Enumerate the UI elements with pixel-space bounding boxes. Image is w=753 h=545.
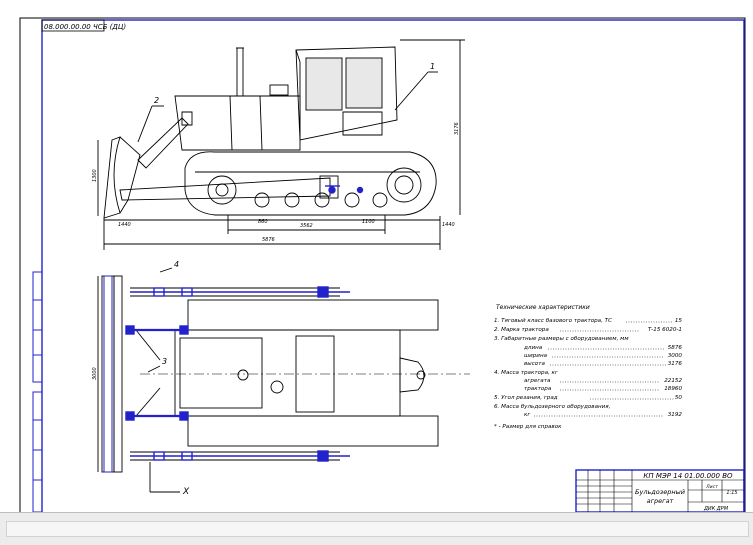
tech-line-7: 4. Масса трактора, кг (494, 370, 558, 376)
corner-code-block: 08.000.00.00 ЧСБ (ДЦ) (41, 19, 126, 32)
callout-3: 3 (162, 357, 167, 366)
tech-title: Технические характеристики (496, 304, 590, 311)
corner-code: 08.000.00.00 ЧСБ (ДЦ) (44, 23, 126, 31)
callout-1: 1 (430, 62, 435, 71)
tech-line-11: 6. Масса бульдозерного оборудования, (494, 404, 611, 410)
dim-height: 3176 (454, 122, 460, 135)
tech-line-2: 2. Марка трактора (494, 327, 549, 333)
tech-value-9: 18960 (664, 386, 682, 392)
tech-value-12: 3192 (668, 412, 683, 418)
sheet-outer-frame (19, 17, 746, 517)
tech-line-3: 3. Габаритные размеры с оборудованием, м… (494, 336, 629, 342)
margin-stamp-left (32, 271, 43, 513)
callouts: 1 2 4 3 (154, 62, 435, 366)
callout-4: 4 (174, 260, 179, 269)
side-view (97, 39, 465, 250)
tech-line-12: кг (524, 412, 530, 418)
tech-value-10: 50 (675, 395, 683, 401)
axis-x-label: X (182, 487, 190, 497)
tech-line-1: 1. Тяговый класс базового трактора, ТС (494, 318, 612, 324)
tech-line-9: трактора (524, 386, 552, 392)
dim-blade-height: 1300 (92, 169, 98, 182)
technical-notes: Технические характеристики 1. Тяговый кл… (494, 304, 682, 430)
callout-2: 2 (154, 96, 159, 105)
tech-value-1: 15 (675, 318, 683, 324)
title-name-line1: Бульдозерный (635, 488, 685, 496)
tech-line-10: 5. Угол резания, град (494, 395, 558, 401)
dimension-labels: 5876 3562 1440 860 1100 1440 3176 1300 3… (92, 122, 460, 380)
viewer-bottom-bar (0, 512, 753, 545)
engineering-drawing: 08.000.00.00 ЧСБ (ДЦ) 1 2 4 3 5876 3562 … (19, 17, 746, 517)
horizontal-scrollbar[interactable] (6, 521, 749, 537)
tech-line-4: длина (523, 345, 543, 351)
title-block: КП МЭР 14 01.00.000 ВО Бульдозерный агре… (575, 469, 745, 513)
dim-overall-length: 5876 (262, 237, 275, 243)
tech-line-5: ширина (524, 353, 548, 359)
title-name-line2: агрегат (647, 497, 674, 505)
dim-d: 1440 (442, 222, 455, 228)
tech-value-6: 3176 (668, 361, 683, 367)
sheet-inner-frame (41, 19, 745, 515)
dim-c: 1100 (362, 219, 375, 225)
dim-track-base: 3562 (300, 223, 313, 229)
title-scale: 1:15 (726, 490, 737, 496)
tech-line-8: агрегата (524, 378, 551, 384)
tech-value-8: 22152 (664, 378, 682, 384)
title-sheet: Лист (705, 484, 718, 490)
title-designation: КП МЭР 14 01.00.000 ВО (643, 472, 733, 480)
tech-value-2: Т-15 6020-1 (648, 327, 682, 333)
dim-a: 1440 (118, 222, 131, 228)
side-view-highlights (325, 185, 364, 194)
tech-value-4: 5876 (668, 345, 683, 351)
tech-footnote: * - Размер для справок (494, 424, 562, 430)
dim-plan-width: 3000 (92, 367, 98, 380)
dim-b: 860 (258, 219, 268, 225)
tech-line-6: высота (524, 361, 545, 367)
tech-value-5: 3000 (668, 353, 683, 359)
